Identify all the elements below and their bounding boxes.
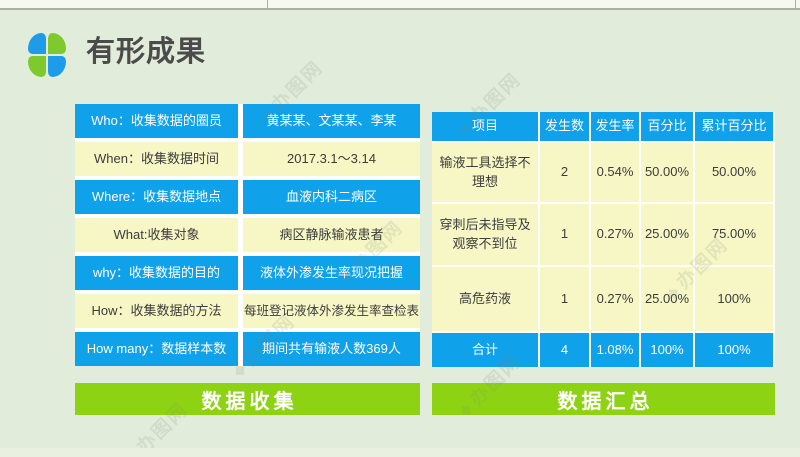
row-label: What:收集对象 — [75, 218, 238, 252]
data-collection-table: Who：收集数据的圈员 黄某某、文某某、李某 When：收集数据时间 2017.… — [75, 104, 420, 366]
column-header: 百分比 — [641, 112, 693, 141]
data-summary-banner: 数据汇总 — [432, 383, 775, 415]
page-title: 有形成果 — [86, 38, 206, 67]
strip-divider-left — [267, 0, 268, 8]
total-row-count: 4 — [540, 333, 589, 367]
logo-petal-bottom-right — [48, 56, 66, 77]
table-cell-cumulative: 50.00% — [695, 143, 773, 202]
total-row-percent: 100% — [641, 333, 693, 367]
row-label: Where：收集数据地点 — [75, 180, 238, 214]
row-value: 期间共有输液人数369人 — [243, 332, 420, 366]
table-cell-count: 1 — [540, 267, 589, 331]
table-cell-item: 穿刺后未指导及观察不到位 — [432, 204, 538, 265]
table-row: What:收集对象 病区静脉输液患者 — [75, 218, 420, 252]
table-row: Who：收集数据的圈员 黄某某、文某某、李某 — [75, 104, 420, 138]
table-row: When：收集数据时间 2017.3.1～3.14 — [75, 142, 420, 176]
data-collection-banner: 数据收集 — [75, 383, 420, 415]
column-header: 发生数 — [540, 112, 589, 141]
table-row: How：收集数据的方法 每班登记液体外渗发生率查检表 — [75, 294, 420, 328]
row-value: 病区静脉输液患者 — [243, 218, 420, 252]
column-header: 累计百分比 — [695, 112, 773, 141]
table-cell-percent: 50.00% — [641, 143, 693, 202]
table-cell-count: 1 — [540, 204, 589, 265]
row-value: 每班登记液体外渗发生率查检表 — [243, 294, 420, 328]
row-label: How：收集数据的方法 — [75, 294, 238, 328]
total-row-label: 合计 — [432, 333, 538, 367]
row-value: 液体外渗发生率现况把握 — [243, 256, 420, 290]
total-row-rate: 1.08% — [591, 333, 639, 367]
table-row: why：收集数据的目的 液体外渗发生率现况把握 — [75, 256, 420, 290]
row-value: 2017.3.1～3.14 — [243, 142, 420, 176]
row-label: Who：收集数据的圈员 — [75, 104, 238, 138]
table-cell-item: 高危药液 — [432, 267, 538, 331]
row-value: 黄某某、文某某、李某 — [243, 104, 420, 138]
top-window-strip — [0, 0, 800, 10]
column-header: 项目 — [432, 112, 538, 141]
table-cell-rate: 0.27% — [591, 267, 639, 331]
table-cell-cumulative: 75.00% — [695, 204, 773, 265]
row-label: why：收集数据的目的 — [75, 256, 238, 290]
logo-petal-bottom-left — [28, 56, 46, 77]
logo-petal-top-left — [28, 33, 46, 54]
bottom-margin-strip — [0, 448, 800, 457]
slide-canvas: 有形成果 Who：收集数据的圈员 黄某某、文某某、李某 When：收集数据时间 … — [0, 0, 800, 457]
four-leaf-logo-icon — [28, 33, 66, 77]
total-row-cumulative: 100% — [695, 333, 773, 367]
row-label: How many：数据样本数 — [75, 332, 238, 366]
table-row: Where：收集数据地点 血液内科二病区 — [75, 180, 420, 214]
table-cell-rate: 0.27% — [591, 204, 639, 265]
table-cell-percent: 25.00% — [641, 204, 693, 265]
logo-petal-top-right — [48, 33, 66, 54]
data-summary-table: 项目 发生数 发生率 百分比 累计百分比 输液工具选择不理想 2 0.54% 5… — [432, 112, 775, 367]
table-cell-rate: 0.54% — [591, 143, 639, 202]
table-cell-cumulative: 100% — [695, 267, 773, 331]
table-cell-percent: 25.00% — [641, 267, 693, 331]
table-cell-item: 输液工具选择不理想 — [432, 143, 538, 202]
column-header: 发生率 — [591, 112, 639, 141]
row-label: When：收集数据时间 — [75, 142, 238, 176]
row-value: 血液内科二病区 — [243, 180, 420, 214]
table-row: How many：数据样本数 期间共有输液人数369人 — [75, 332, 420, 366]
strip-divider-right — [795, 0, 796, 8]
table-cell-count: 2 — [540, 143, 589, 202]
